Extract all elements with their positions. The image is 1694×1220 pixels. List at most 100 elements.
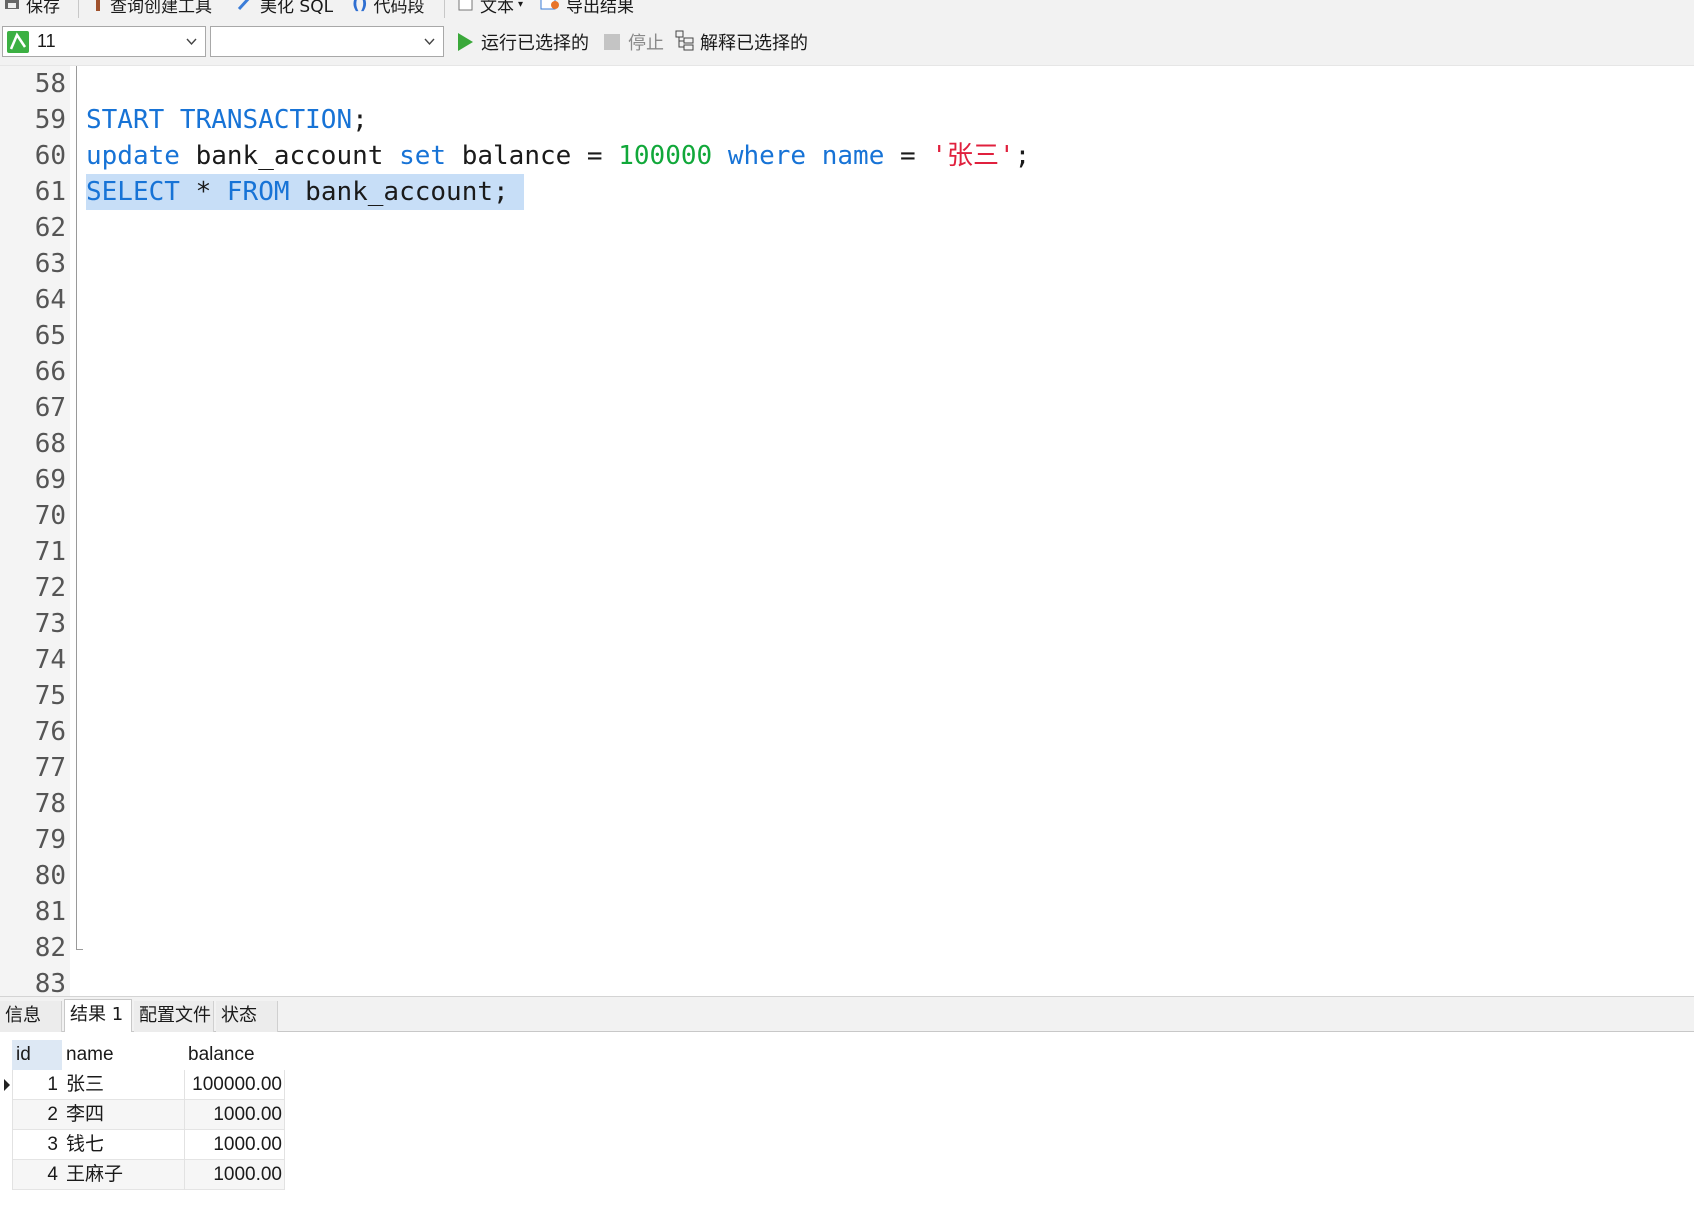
top-toolbar: 保存 查询创建工具 美化 SQL () 代码段 文本 ▾ 导出结果: [0, 0, 1694, 22]
line-number: 83: [34, 969, 66, 996]
cell-name[interactable]: 张三: [66, 1070, 104, 1100]
column-header-balance[interactable]: balance: [184, 1040, 284, 1070]
brackets-icon: (): [352, 0, 368, 14]
line-number: 59: [34, 105, 66, 135]
string-token: '张三': [931, 141, 1015, 171]
fold-end-marker: [76, 949, 83, 950]
cell-balance[interactable]: 1000.00: [184, 1100, 282, 1130]
line-number: 66: [34, 357, 66, 387]
tab-profile[interactable]: 配置文件: [134, 1001, 214, 1033]
cell-balance[interactable]: 1000.00: [184, 1160, 282, 1190]
keyword-token: FROM: [226, 177, 290, 207]
line-number: 58: [34, 69, 66, 99]
cell-id[interactable]: 1: [12, 1070, 62, 1100]
connection-icon: [7, 31, 29, 53]
tab-info[interactable]: 信息: [0, 1001, 62, 1033]
export-results-button[interactable]: 导出结果: [540, 0, 634, 17]
column-header-id[interactable]: id: [12, 1040, 62, 1070]
line-number: 77: [34, 753, 66, 783]
save-button[interactable]: 保存: [4, 0, 60, 17]
line-number: 81: [34, 897, 66, 927]
document-icon: [458, 0, 474, 16]
chevron-down-icon: [424, 38, 435, 46]
code-line-59[interactable]: START TRANSACTION;: [86, 102, 368, 138]
run-selected-button[interactable]: 运行已选择的: [458, 28, 589, 56]
code-line-60[interactable]: update bank_account set balance = 100000…: [86, 138, 1030, 174]
chevron-down-icon: [186, 38, 197, 46]
keyword-token: name: [821, 141, 885, 171]
keyword-token: update: [86, 141, 180, 171]
result-grid[interactable]: id name balance 1 张三 100000.00 2 李四 1000…: [0, 1032, 1694, 1220]
result-tab-bar: 信息 结果 1 配置文件 状态: [0, 996, 1694, 1033]
keyword-token: SELECT: [86, 177, 180, 207]
line-number: 76: [34, 717, 66, 747]
dropdown-arrow-icon: ▾: [518, 0, 524, 10]
connection-value: 11: [37, 31, 56, 51]
cell-name[interactable]: 李四: [66, 1100, 104, 1130]
column-header-name[interactable]: name: [62, 1040, 184, 1070]
wrench-icon: [236, 0, 254, 16]
connection-select[interactable]: 11: [2, 26, 206, 57]
line-number: 80: [34, 861, 66, 891]
grid-divider: [184, 1070, 185, 1190]
keyword-token: set: [399, 141, 447, 171]
database-select[interactable]: [210, 26, 444, 57]
line-number: 69: [34, 465, 66, 495]
cell-name[interactable]: 钱七: [66, 1130, 104, 1160]
line-number: 60: [34, 141, 66, 171]
line-number: 64: [34, 285, 66, 315]
fold-line: [76, 66, 77, 950]
table-row[interactable]: 2 李四 1000.00: [12, 1100, 284, 1130]
run-toolbar: 11 运行已选择的 停止 解释已选择的: [0, 22, 1694, 66]
explain-selected-button[interactable]: 解释已选择的: [674, 28, 808, 56]
export-icon: [540, 0, 560, 16]
line-number: 62: [34, 213, 66, 243]
line-number: 72: [34, 573, 66, 603]
cell-name[interactable]: 王麻子: [66, 1160, 123, 1190]
keyword-token: where: [727, 141, 807, 171]
stop-icon: [604, 34, 620, 50]
number-token: 100000: [618, 141, 713, 171]
table-row[interactable]: 1 张三 100000.00: [12, 1070, 284, 1100]
code-line-61-selected[interactable]: SELECT * FROM bank_account;: [86, 174, 525, 210]
cell-id[interactable]: 2: [12, 1100, 62, 1130]
beautify-sql-button[interactable]: 美化 SQL: [236, 0, 333, 17]
table-row[interactable]: 3 钱七 1000.00: [12, 1130, 284, 1160]
line-number: 74: [34, 645, 66, 675]
line-number: 61: [34, 177, 66, 207]
line-number: 68: [34, 429, 66, 459]
save-icon: [4, 0, 20, 15]
current-row-indicator-icon: [4, 1079, 10, 1091]
line-number: 73: [34, 609, 66, 639]
grid-divider: [12, 1070, 13, 1190]
cell-balance[interactable]: 100000.00: [184, 1070, 282, 1100]
cell-id[interactable]: 3: [12, 1130, 62, 1160]
line-number: 75: [34, 681, 66, 711]
toolbar-divider: [78, 0, 79, 18]
snippet-button[interactable]: () 代码段: [352, 0, 425, 17]
line-number: 79: [34, 825, 66, 855]
line-number: 63: [34, 249, 66, 279]
query-builder-button[interactable]: 查询创建工具: [92, 0, 212, 17]
sql-editor[interactable]: 58 59 60 61 62 63 64 65 66 67 68 69 70 7…: [0, 66, 1694, 996]
query-builder-icon: [92, 0, 104, 16]
grid-divider: [284, 1070, 285, 1190]
line-number: 71: [34, 537, 66, 567]
line-number: 67: [34, 393, 66, 423]
line-number: 70: [34, 501, 66, 531]
stop-button[interactable]: 停止: [604, 28, 664, 56]
tab-result-1[interactable]: 结果 1: [64, 999, 132, 1033]
toolbar-divider: [444, 0, 445, 18]
tab-status[interactable]: 状态: [216, 1001, 278, 1033]
line-number: 82: [34, 933, 66, 963]
line-number: 65: [34, 321, 66, 351]
explain-icon: [674, 29, 696, 56]
play-icon: [458, 33, 473, 51]
cell-id[interactable]: 4: [12, 1160, 62, 1190]
cell-balance[interactable]: 1000.00: [184, 1130, 282, 1160]
text-button[interactable]: 文本 ▾: [458, 0, 524, 17]
line-number: 78: [34, 789, 66, 819]
keyword-token: START TRANSACTION: [86, 105, 353, 135]
punct-token: ;: [352, 105, 368, 135]
table-row[interactable]: 4 王麻子 1000.00: [12, 1160, 284, 1190]
